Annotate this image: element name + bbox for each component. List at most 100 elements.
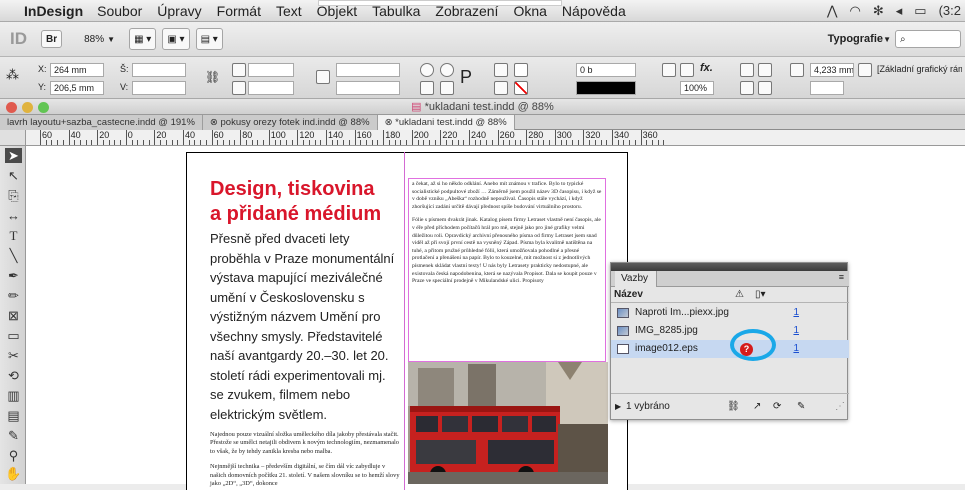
volume-icon[interactable]: ◂ (896, 3, 903, 19)
page-tool-icon[interactable]: ⎘ (5, 188, 22, 203)
text-wrap-around-icon[interactable] (758, 63, 772, 77)
opacity-field[interactable]: 100% (680, 81, 714, 95)
stroke-swatch-icon[interactable] (514, 81, 528, 95)
scale-x-field[interactable] (248, 63, 294, 77)
expand-arrow-icon[interactable]: ▶ (615, 402, 621, 411)
bluetooth-icon[interactable]: ✻ (873, 3, 884, 19)
placed-image-bus[interactable] (408, 362, 608, 484)
hand-tool-icon[interactable]: ✋ (5, 466, 22, 481)
eyedropper-tool-icon[interactable]: ⚲ (5, 448, 22, 463)
scissors-tool-icon[interactable]: ✂ (5, 348, 22, 363)
rotation-field[interactable] (336, 63, 400, 77)
panel-title-bar[interactable] (611, 263, 847, 271)
shear-field[interactable] (336, 81, 400, 95)
minimize-window-icon[interactable] (22, 102, 33, 113)
search-input[interactable]: ⌕ (895, 30, 961, 48)
scale-y-field[interactable] (248, 81, 294, 95)
flip-vertical-icon[interactable] (440, 81, 454, 95)
fill-swatch-icon[interactable] (514, 63, 528, 77)
reference-point-icon[interactable]: ⁂ (6, 67, 19, 83)
column-name-header[interactable]: Název (614, 289, 643, 300)
chevron-down-icon[interactable]: ▼ (107, 35, 115, 44)
rectangle-tool-icon[interactable]: ▭ (5, 328, 22, 343)
tab-links[interactable]: Vazby (615, 271, 657, 287)
zoom-window-icon[interactable] (38, 102, 49, 113)
rotate-ccw-icon[interactable] (440, 63, 454, 77)
menu-help[interactable]: Nápověda (562, 3, 626, 19)
note-tool-icon[interactable]: ✎ (5, 428, 22, 443)
ruler-origin[interactable] (0, 130, 26, 146)
auto-fit-icon[interactable] (790, 63, 804, 77)
link-page-number[interactable]: 1 (793, 304, 799, 322)
wrap-offset-field[interactable]: 4,233 mm (810, 63, 854, 77)
adobe-icon[interactable]: ⋀ (827, 3, 838, 19)
text-wrap-icon[interactable] (740, 63, 754, 77)
battery-icon[interactable]: ▭ (914, 3, 926, 19)
menu-file[interactable]: Soubor (97, 3, 142, 19)
rotate-cw-icon[interactable] (420, 63, 434, 77)
text-frame-right[interactable]: a čekat, až si ho někdo odklání. Anebo m… (408, 178, 606, 362)
height-field[interactable] (132, 81, 186, 95)
clock-text[interactable]: (3:2 (939, 3, 961, 19)
gradient-tool-icon[interactable]: ▥ (5, 388, 22, 403)
resize-grip-icon[interactable]: ⋰ (835, 394, 845, 420)
constrain-scale-icon[interactable] (316, 70, 330, 84)
object-style-select[interactable]: [Základní grafický ráme... (874, 63, 962, 77)
gap-tool-icon[interactable]: ↔ (5, 208, 22, 223)
effects-fx-icon[interactable]: fx. (700, 62, 713, 74)
link-page-number[interactable]: 1 (793, 322, 799, 340)
arrange-documents-button[interactable]: ▤ ▾ (195, 28, 223, 50)
link-row[interactable]: Naproti Im...piexx.jpg 1 (611, 304, 849, 322)
corner-options-field[interactable] (810, 81, 844, 95)
wifi-icon[interactable]: ◠ (850, 3, 861, 19)
stroke-weight-field[interactable]: 0 b (576, 63, 636, 77)
select-container-icon[interactable]: P (460, 67, 472, 88)
menu-app-name[interactable]: InDesign (24, 3, 83, 19)
selection-tool-icon[interactable]: ➤ (5, 148, 22, 163)
chevron-down-icon[interactable]: ▼ (883, 35, 891, 44)
gradient-feather-tool-icon[interactable]: ▤ (5, 408, 22, 423)
warning-column-icon[interactable]: ⚠ (735, 287, 744, 303)
tab-active-document[interactable]: ⊗ *ukladani test.indd @ 88% (377, 115, 515, 130)
view-options-button[interactable]: ▦ ▾ (129, 28, 157, 50)
link-page-number[interactable]: 1 (793, 340, 799, 358)
relink-icon[interactable]: ⛓ (727, 394, 740, 420)
free-transform-tool-icon[interactable]: ⟲ (5, 368, 22, 383)
constrain-proportions-icon[interactable]: ⛓ (205, 70, 220, 84)
zoom-select[interactable]: 88% (84, 34, 104, 45)
tab-layout-document[interactable]: lavrh layoutu+sazba_castecne.indd @ 191% (0, 115, 203, 130)
text-frame-left[interactable]: Design, tiskovina a přidané médium Přesn… (210, 177, 401, 487)
line-tool-icon[interactable]: ╲ (5, 248, 22, 263)
page-column-icon[interactable]: ▯▾ (755, 287, 766, 303)
select-content-icon[interactable] (494, 63, 508, 77)
link-row[interactable]: IMG_8285.jpg 1 (611, 322, 849, 340)
menu-edit[interactable]: Úpravy (157, 3, 201, 19)
width-field[interactable] (132, 63, 186, 77)
go-to-link-icon[interactable]: ↗ (753, 394, 761, 420)
close-tab-icon[interactable]: ⊗ (210, 117, 221, 128)
fit-content-icon[interactable] (740, 81, 754, 95)
pen-tool-icon[interactable]: ✒ (5, 268, 22, 283)
pencil-tool-icon[interactable]: ✏ (5, 288, 22, 303)
close-tab-icon[interactable]: ⊗ (385, 117, 396, 128)
drop-shadow-icon[interactable] (662, 63, 676, 77)
bridge-button[interactable]: Br (41, 30, 63, 48)
square-icon[interactable] (680, 63, 694, 77)
rectangle-frame-tool-icon[interactable]: ⊠ (5, 308, 22, 323)
edit-original-icon[interactable]: ✎ (797, 394, 805, 420)
panel-menu-icon[interactable]: ≡ (839, 272, 844, 282)
flip-horizontal-icon[interactable] (420, 81, 434, 95)
workspace-switcher[interactable]: Typografie (828, 33, 883, 45)
type-tool-icon[interactable]: T (5, 228, 22, 243)
update-link-icon[interactable]: ⟳ (773, 394, 781, 420)
stroke-type-select[interactable] (576, 81, 636, 95)
fit-frame-icon[interactable] (758, 81, 772, 95)
menu-text[interactable]: Text (276, 3, 302, 19)
menu-format[interactable]: Formát (217, 3, 261, 19)
tab-crop-document[interactable]: ⊗ pokusy orezy fotek ind.indd @ 88% (202, 115, 378, 130)
screen-mode-button[interactable]: ▣ ▾ (162, 28, 190, 50)
x-field[interactable]: 264 mm (50, 63, 104, 77)
horizontal-ruler[interactable]: 60 40 20 0 20 40 60 80 100 120 140 160 180 200 220 240 2… (26, 130, 965, 146)
select-next-icon[interactable] (494, 81, 508, 95)
y-field[interactable]: 206,5 mm (50, 81, 104, 95)
